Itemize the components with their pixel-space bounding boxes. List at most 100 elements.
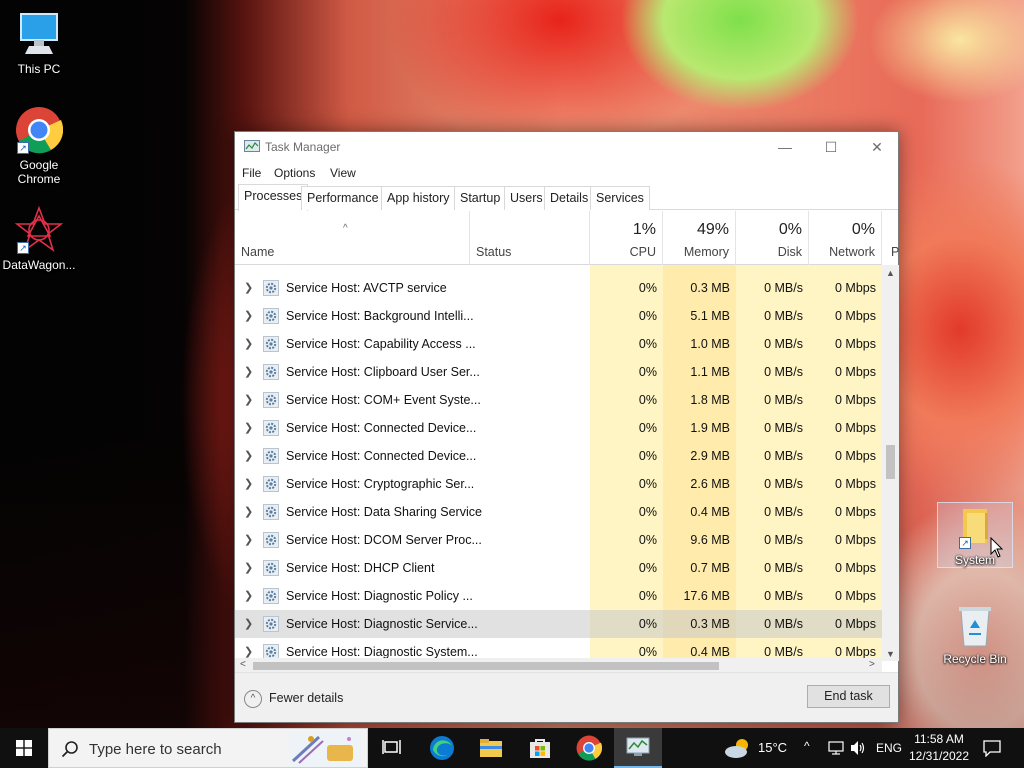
fewer-details-link[interactable]: Fewer details — [269, 691, 343, 705]
table-row[interactable]: ❯ Service Host: Capability Access ... 0% 1.… — [235, 330, 882, 358]
table-row[interactable]: ❯ Service Host: Diagnostic Policy ... 0% 17… — [235, 582, 882, 610]
column-cpu-label: CPU — [629, 245, 656, 259]
expand-chevron-icon[interactable]: ❯ — [244, 477, 253, 490]
search-highlight-image — [289, 731, 361, 767]
table-row[interactable]: ❯ Service Host: COM+ Event Syste... 0% 1.8 … — [235, 386, 882, 414]
expand-chevron-icon[interactable]: ❯ — [244, 617, 253, 630]
column-disk[interactable]: 0% Disk — [736, 211, 809, 265]
vertical-scrollbar[interactable]: ▲ ▼ — [882, 265, 899, 661]
taskbar-edge[interactable] — [418, 728, 466, 768]
maximize-button[interactable]: ☐ — [808, 132, 854, 162]
scroll-down-icon[interactable]: ▼ — [882, 649, 899, 659]
taskbar-chrome[interactable] — [565, 728, 613, 768]
notification-center-icon[interactable] — [983, 739, 1001, 757]
expand-chevron-icon[interactable]: ❯ — [244, 365, 253, 378]
tab-processes[interactable]: Processes — [238, 184, 309, 211]
expand-chevron-icon[interactable]: ❯ — [244, 281, 253, 294]
column-network-label: Network — [829, 245, 875, 259]
scroll-right-icon[interactable]: > — [869, 659, 875, 670]
expand-chevron-icon[interactable]: ❯ — [244, 421, 253, 434]
expand-chevron-icon[interactable]: ❯ — [244, 309, 253, 322]
vertical-scroll-thumb[interactable] — [886, 445, 895, 479]
expand-chevron-icon[interactable]: ❯ — [244, 561, 253, 574]
process-cpu: 0% — [638, 337, 657, 351]
process-name: Service Host: Diagnostic System... — [286, 645, 478, 659]
close-button[interactable]: ✕ — [854, 132, 900, 162]
desktop-icon-chrome[interactable]: ↗ Google Chrome — [0, 106, 78, 186]
expand-chevron-icon[interactable]: ❯ — [244, 449, 253, 462]
start-button[interactable] — [0, 728, 48, 768]
scroll-left-icon[interactable]: < — [240, 659, 246, 670]
column-network[interactable]: 0% Network — [809, 211, 882, 265]
task-view-button[interactable] — [368, 728, 416, 768]
menu-view[interactable]: View — [330, 166, 356, 180]
column-cpu[interactable]: 1% CPU — [590, 211, 663, 265]
expand-chevron-icon[interactable]: ❯ — [244, 337, 253, 350]
table-row[interactable]: ❯ Service Host: DHCP Client 0% 0.7 MB 0 MB/s… — [235, 554, 882, 582]
desktop-icon-this-pc[interactable]: This PC — [0, 10, 78, 76]
process-network: 0 Mbps — [835, 393, 876, 407]
weather-temperature[interactable]: 15°C — [758, 740, 787, 755]
input-language[interactable]: ENG — [876, 741, 902, 755]
end-task-button[interactable]: End task — [807, 685, 890, 708]
disk-total-percent: 0% — [778, 221, 802, 238]
table-row[interactable]: ❯ Service Host: Background Intelli... 0% 5.… — [235, 302, 882, 330]
table-row[interactable]: ❯ Service Host: DCOM Server Proc... 0% 9.6 … — [235, 526, 882, 554]
process-cpu: 0% — [638, 421, 657, 435]
expand-chevron-icon[interactable]: ❯ — [244, 645, 253, 658]
title-bar[interactable]: Task Manager — ☐ ✕ — [235, 132, 898, 162]
desktop-icon-recycle-bin[interactable]: Recycle Bin — [937, 604, 1013, 666]
tab-app-history[interactable]: App history — [381, 186, 456, 210]
volume-icon[interactable] — [850, 740, 866, 756]
menu-options[interactable]: Options — [274, 166, 315, 180]
table-row[interactable]: ❯ Service Host: Cryptographic Ser... 0% 2.6… — [235, 470, 882, 498]
search-box[interactable]: Type here to search — [48, 728, 368, 768]
clock-time: 11:58 AM — [914, 732, 964, 746]
clock[interactable]: 11:58 AM 12/31/2022 — [906, 731, 972, 765]
search-icon — [61, 741, 78, 758]
column-name-label: Name — [241, 245, 275, 259]
tab-services[interactable]: Services — [590, 186, 650, 210]
column-power-partial[interactable]: P — [891, 245, 899, 259]
process-memory: 1.1 MB — [690, 365, 730, 379]
minimize-button[interactable]: — — [762, 132, 808, 162]
process-disk: 0 MB/s — [764, 337, 803, 351]
expand-chevron-icon[interactable]: ❯ — [244, 589, 253, 602]
show-hidden-icons-icon[interactable]: ^ — [804, 739, 810, 753]
process-name: Service Host: Capability Access ... — [286, 337, 476, 351]
expand-chevron-icon[interactable]: ❯ — [244, 533, 253, 546]
process-network: 0 Mbps — [835, 505, 876, 519]
table-row[interactable]: ❯ Service Host: AVCTP service 0% 0.3 MB 0 MB… — [235, 274, 882, 302]
desktop-icon-datawagon[interactable]: ↗ DataWagon... — [0, 205, 78, 272]
table-row[interactable]: ❯ Service Host: Data Sharing Service 0% 0.4… — [235, 498, 882, 526]
tab-users[interactable]: Users — [504, 186, 549, 210]
process-cpu: 0% — [638, 505, 657, 519]
column-status[interactable]: Status — [470, 211, 590, 265]
table-row[interactable]: ❯ Service Host: Connected Device... 0% 1.9 … — [235, 414, 882, 442]
table-row[interactable]: ❯ Service Host: Clipboard User Ser... 0% 1.… — [235, 358, 882, 386]
taskbar-task-manager[interactable] — [614, 728, 662, 768]
table-row[interactable]: ❯ Service Host: Diagnostic Service... 0% 0.… — [235, 610, 882, 638]
process-disk: 0 MB/s — [764, 281, 803, 295]
column-memory[interactable]: 49% Memory — [663, 211, 736, 265]
chevron-up-icon[interactable]: ^ — [244, 690, 262, 708]
process-name: Service Host: Diagnostic Policy ... — [286, 589, 473, 603]
expand-chevron-icon[interactable]: ❯ — [244, 505, 253, 518]
weather-cloud-icon[interactable] — [724, 737, 752, 759]
tab-performance[interactable]: Performance — [301, 186, 385, 210]
chrome-icon — [576, 735, 602, 761]
taskbar-store[interactable] — [516, 728, 564, 768]
column-name[interactable]: Name — [235, 211, 470, 265]
network-icon[interactable] — [828, 741, 844, 755]
tab-startup[interactable]: Startup — [454, 186, 507, 210]
process-name: Service Host: Clipboard User Ser... — [286, 365, 480, 379]
expand-chevron-icon[interactable]: ❯ — [244, 393, 253, 406]
column-disk-label: Disk — [777, 245, 802, 259]
menu-file[interactable]: File — [242, 166, 261, 180]
scroll-up-icon[interactable]: ▲ — [882, 268, 899, 278]
process-disk: 0 MB/s — [764, 561, 803, 575]
taskbar-file-explorer[interactable] — [467, 728, 515, 768]
table-row[interactable]: ❯ Service Host: Connected Device... 0% 2.9 … — [235, 442, 882, 470]
horizontal-scroll-thumb[interactable] — [253, 662, 719, 670]
tab-details[interactable]: Details — [544, 186, 595, 210]
